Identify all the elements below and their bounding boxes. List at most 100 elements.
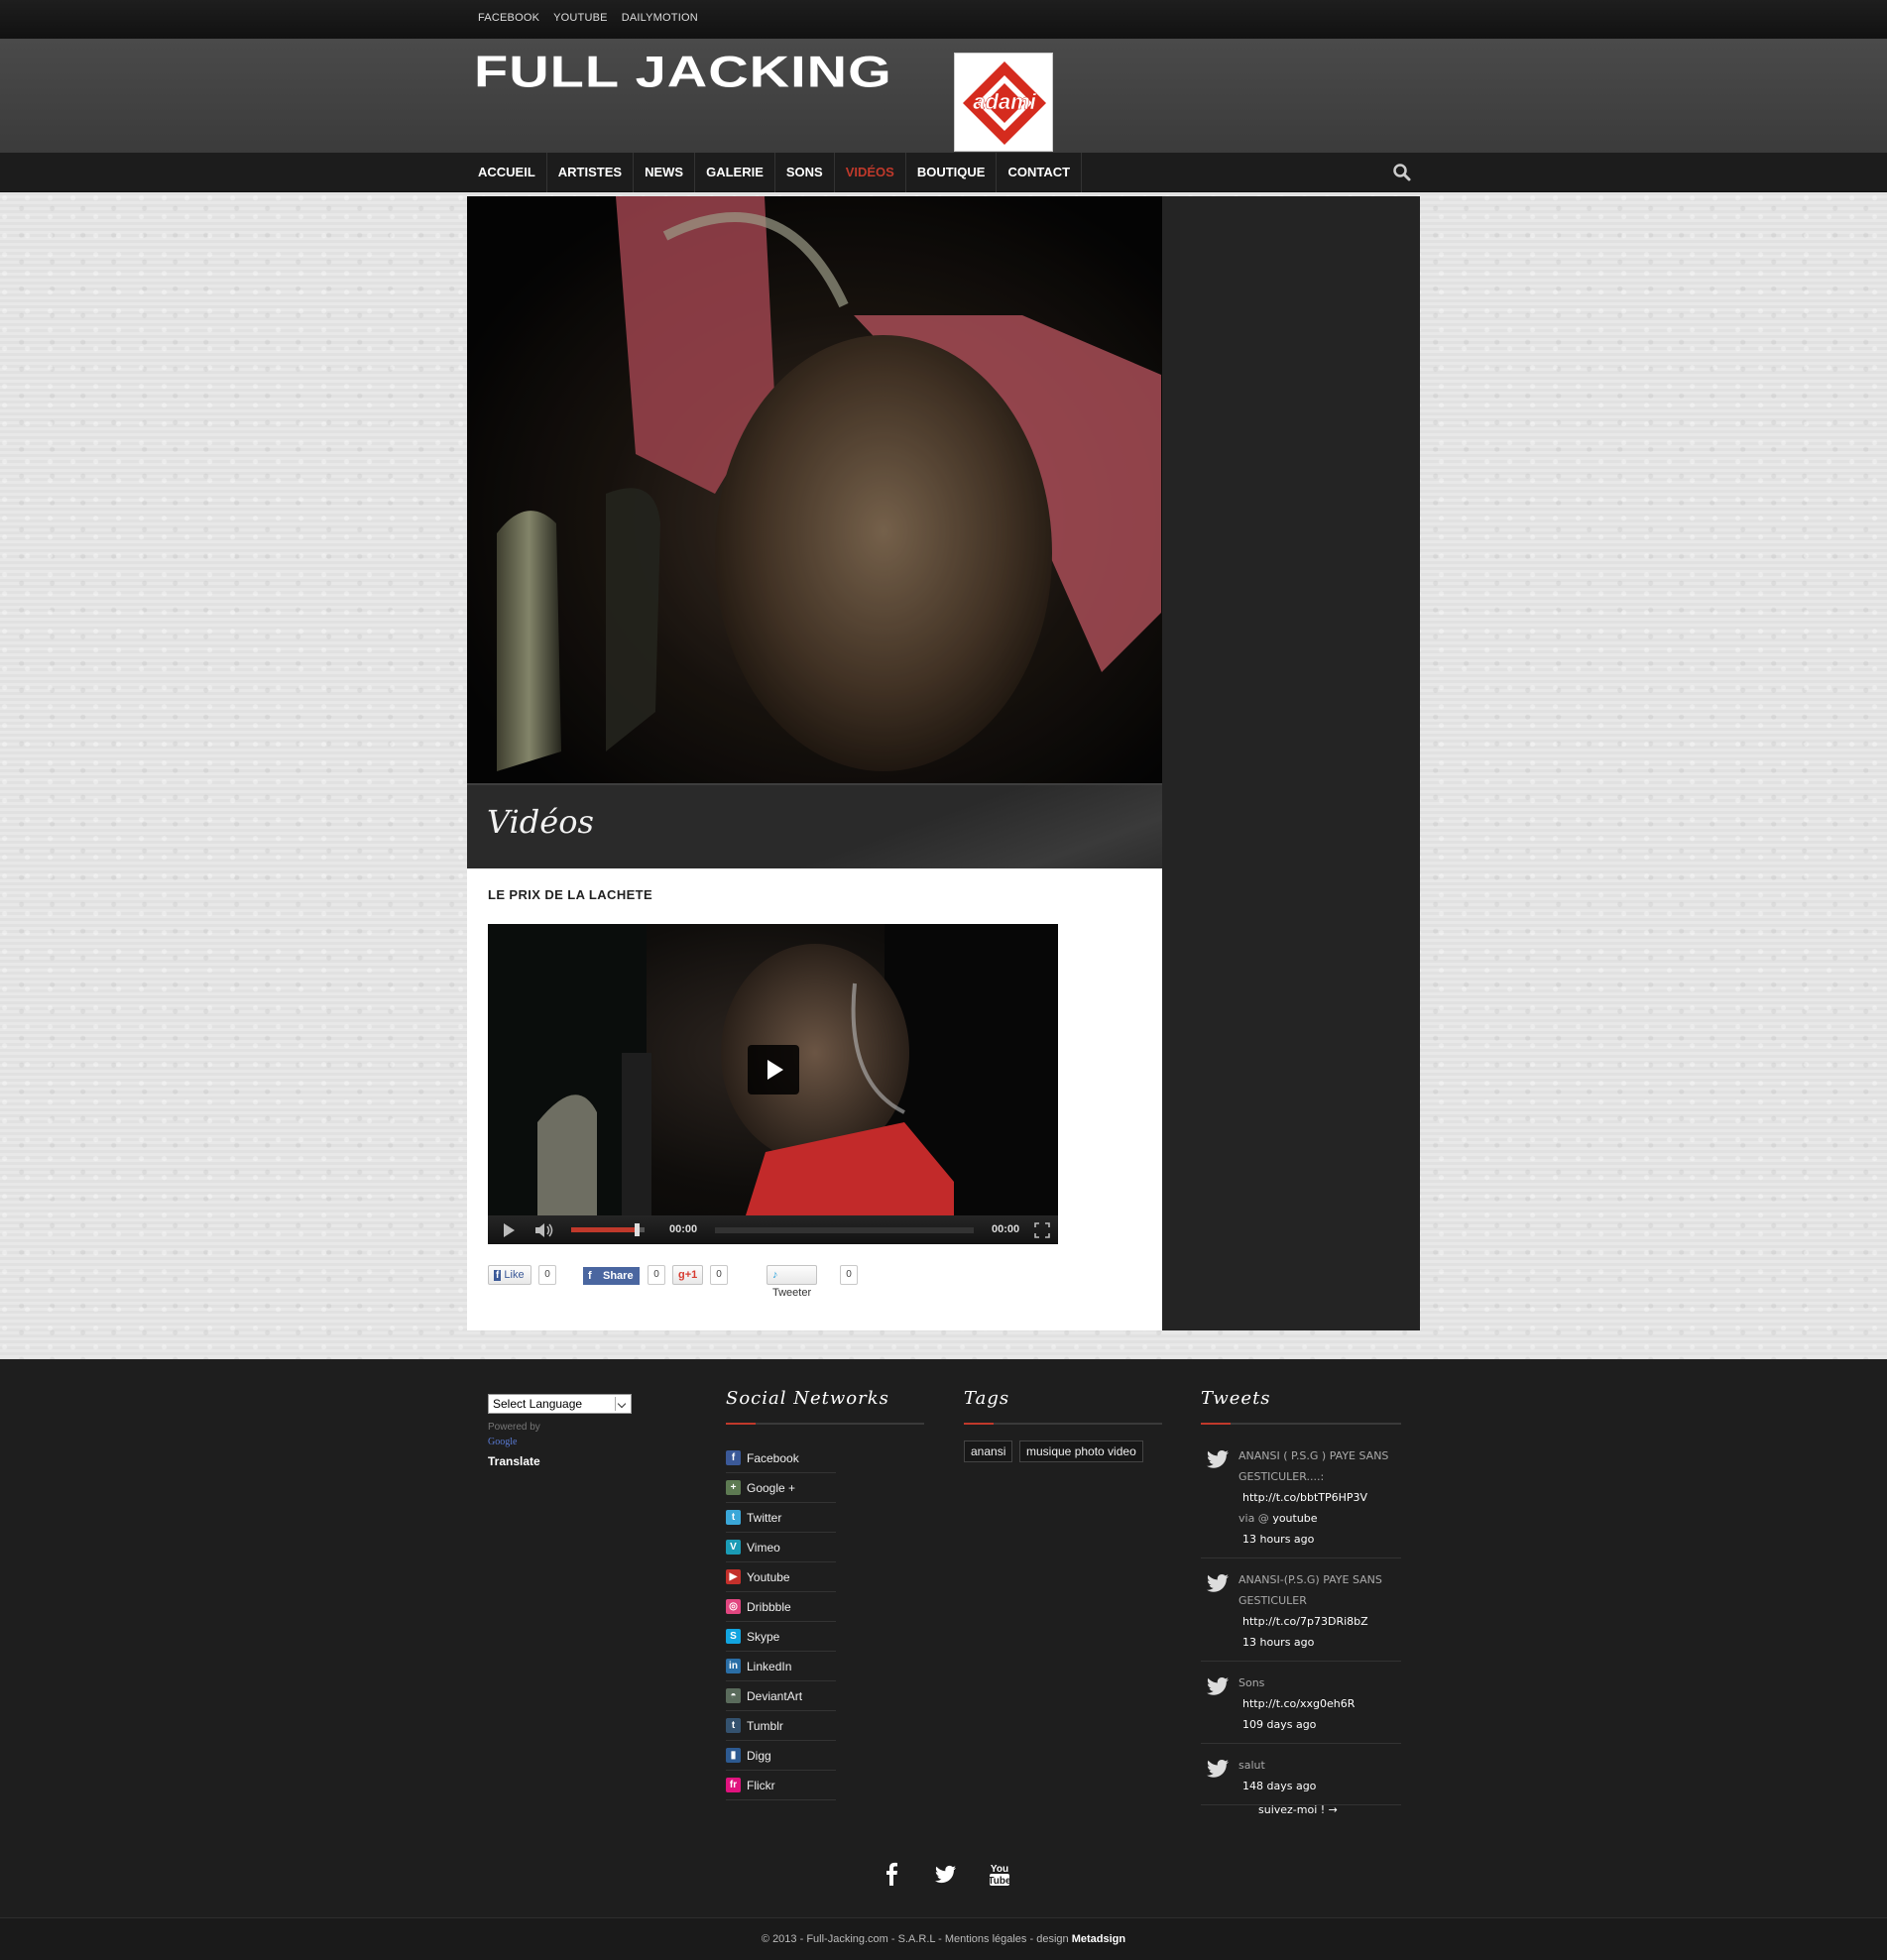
video-player[interactable]: 00:00 00:00 bbox=[488, 924, 1058, 1244]
chevron-down-icon bbox=[615, 1397, 629, 1411]
top-link-youtube[interactable]: YOUTUBE bbox=[553, 12, 608, 24]
tweet-time: 109 days ago bbox=[1242, 1718, 1317, 1731]
tweet-time: 13 hours ago bbox=[1242, 1636, 1315, 1649]
social-item-youtube[interactable]: ▶ Youtube bbox=[726, 1562, 836, 1592]
main-nav: ACCUEIL ARTISTES NEWS GALERIE SONS VIDÉO… bbox=[467, 153, 1083, 192]
volume-slider[interactable] bbox=[571, 1223, 645, 1236]
fullscreen-icon[interactable] bbox=[1034, 1222, 1050, 1238]
social-item-label: LinkedIn bbox=[747, 1659, 792, 1673]
vimeo-icon: V bbox=[726, 1540, 741, 1555]
volume-handle[interactable] bbox=[635, 1223, 640, 1236]
volume-level bbox=[571, 1227, 638, 1232]
social-item-google[interactable]: + Google + bbox=[726, 1473, 836, 1503]
facebook-like-button[interactable]: f Like bbox=[488, 1265, 531, 1285]
nav-item-artistes[interactable]: ARTISTES bbox=[547, 153, 635, 192]
gplus-label: +1 bbox=[684, 1269, 698, 1281]
language-select[interactable]: Select Language bbox=[488, 1394, 632, 1414]
post-title[interactable]: LE PRIX DE LA LACHETE bbox=[488, 887, 652, 902]
twitter-bird-icon bbox=[1207, 1450, 1229, 1468]
main-nav-bar: ACCUEIL ARTISTES NEWS GALERIE SONS VIDÉO… bbox=[0, 153, 1887, 192]
copyright-text: © 2013 - Full-Jacking.com - S.A.R.L - Me… bbox=[761, 1933, 1069, 1945]
google-g-icon: g bbox=[678, 1269, 685, 1281]
google-plus-button[interactable]: g+1 bbox=[672, 1265, 704, 1285]
social-item-label: Vimeo bbox=[747, 1540, 780, 1555]
social-item-dribbble[interactable]: ◎ Dribbble bbox=[726, 1592, 836, 1622]
youtube-icon[interactable]: You Tube bbox=[988, 1860, 1011, 1888]
tweets-rule bbox=[1201, 1423, 1401, 1425]
social-item-facebook[interactable]: f Facebook bbox=[726, 1443, 836, 1473]
tweet-via-user[interactable]: youtube bbox=[1272, 1512, 1317, 1525]
tweet-time: 13 hours ago bbox=[1242, 1533, 1315, 1546]
nav-item-galerie[interactable]: GALERIE bbox=[695, 153, 775, 192]
share-label: Share bbox=[603, 1270, 634, 1282]
follow-link[interactable]: suivez-moi ! → bbox=[1258, 1803, 1338, 1816]
duration: 00:00 bbox=[992, 1223, 1020, 1235]
tweet-item: ANANSI ( P.S.G ) PAYE SANS GESTICULER...… bbox=[1201, 1443, 1401, 1558]
skype-icon: S bbox=[726, 1629, 741, 1644]
dribbble-icon: ◎ bbox=[726, 1599, 741, 1614]
top-link-facebook[interactable]: FACEBOOK bbox=[478, 12, 539, 24]
hero-photo bbox=[467, 196, 1162, 783]
svg-text:Tube: Tube bbox=[988, 1876, 1011, 1887]
deviantart-icon: ◓ bbox=[726, 1688, 741, 1703]
site-logo[interactable]: FULL JACKING bbox=[474, 50, 892, 94]
sidebar bbox=[1162, 196, 1420, 1330]
social-item-linkedin[interactable]: in LinkedIn bbox=[726, 1652, 836, 1681]
social-item-vimeo[interactable]: V Vimeo bbox=[726, 1533, 836, 1562]
tweet-via-prefix: via @ bbox=[1238, 1512, 1269, 1525]
social-item-digg[interactable]: ▮ Digg bbox=[726, 1741, 836, 1771]
translate-link[interactable]: Translate bbox=[488, 1454, 540, 1468]
social-item-label: Tumblr bbox=[747, 1718, 783, 1733]
site-footer bbox=[0, 1359, 1887, 1919]
tag-musique-photo-video[interactable]: musique photo video bbox=[1019, 1441, 1143, 1462]
like-count: 0 bbox=[538, 1265, 556, 1285]
twitter-icon[interactable] bbox=[934, 1860, 958, 1888]
nav-item-videos[interactable]: VIDÉOS bbox=[835, 153, 906, 192]
social-item-label: Google + bbox=[747, 1480, 796, 1495]
play-icon[interactable] bbox=[504, 1223, 515, 1237]
adami-badge[interactable]: adami bbox=[954, 53, 1053, 152]
tweet-text: salut bbox=[1238, 1759, 1265, 1772]
nav-item-accueil[interactable]: ACCUEIL bbox=[467, 153, 547, 192]
social-networks-heading: Social Networks bbox=[726, 1388, 889, 1409]
tumblr-icon: t bbox=[726, 1718, 741, 1733]
nav-item-contact[interactable]: CONTACT bbox=[997, 153, 1083, 192]
seek-bar[interactable] bbox=[715, 1227, 974, 1233]
content-area: Vidéos LE PRIX DE LA LACHETE 00:00 00:00… bbox=[467, 196, 1420, 1330]
top-bar: FACEBOOK YOUTUBE DAILYMOTION bbox=[0, 0, 1887, 39]
social-item-twitter[interactable]: t Twitter bbox=[726, 1503, 836, 1533]
footer-social-icons: You Tube bbox=[881, 1860, 1011, 1888]
tweet-text: ANANSI-(P.S.G) PAYE SANS GESTICULER bbox=[1238, 1573, 1382, 1607]
tweet-link[interactable]: http://t.co/bbtTP6HP3V bbox=[1238, 1487, 1401, 1508]
nav-item-boutique[interactable]: BOUTIQUE bbox=[906, 153, 998, 192]
like-label: Like bbox=[504, 1269, 525, 1281]
tweet-bird-icon: ♪ bbox=[772, 1269, 778, 1281]
video-controls: 00:00 00:00 bbox=[488, 1215, 1058, 1244]
tweet-link[interactable]: http://t.co/7p73DRi8bZ bbox=[1238, 1611, 1401, 1632]
search-icon[interactable] bbox=[1392, 163, 1412, 182]
tweets-list: ANANSI ( P.S.G ) PAYE SANS GESTICULER...… bbox=[1201, 1443, 1401, 1814]
facebook-share-button[interactable]: f Share bbox=[583, 1267, 640, 1285]
tags-rule bbox=[964, 1423, 1162, 1425]
nav-item-sons[interactable]: SONS bbox=[775, 153, 835, 192]
tag-anansi[interactable]: anansi bbox=[964, 1441, 1013, 1462]
play-overlay-button[interactable] bbox=[748, 1045, 799, 1095]
tweet-text: ANANSI ( P.S.G ) PAYE SANS GESTICULER...… bbox=[1238, 1449, 1389, 1483]
social-item-skype[interactable]: S Skype bbox=[726, 1622, 836, 1652]
powered-by-label: Powered by bbox=[488, 1422, 540, 1433]
facebook-icon: f bbox=[726, 1450, 741, 1465]
volume-icon[interactable] bbox=[534, 1222, 554, 1238]
social-item-deviantart[interactable]: ◓ DeviantArt bbox=[726, 1681, 836, 1711]
top-links: FACEBOOK YOUTUBE DAILYMOTION bbox=[478, 12, 698, 24]
top-link-dailymotion[interactable]: DAILYMOTION bbox=[622, 12, 698, 24]
digg-icon: ▮ bbox=[726, 1748, 741, 1763]
tweet-link[interactable]: http://t.co/xxg0eh6R bbox=[1238, 1693, 1401, 1714]
tweet-button[interactable]: ♪ Tweeter bbox=[767, 1265, 818, 1299]
twitter-icon: t bbox=[726, 1510, 741, 1525]
nav-item-news[interactable]: NEWS bbox=[634, 153, 696, 192]
facebook-icon[interactable] bbox=[881, 1860, 904, 1888]
twitter-bird-icon bbox=[1207, 1574, 1229, 1592]
designer-link[interactable]: Metadsign bbox=[1072, 1933, 1125, 1945]
social-item-flickr[interactable]: fr Flickr bbox=[726, 1771, 836, 1800]
social-item-tumblr[interactable]: t Tumblr bbox=[726, 1711, 836, 1741]
